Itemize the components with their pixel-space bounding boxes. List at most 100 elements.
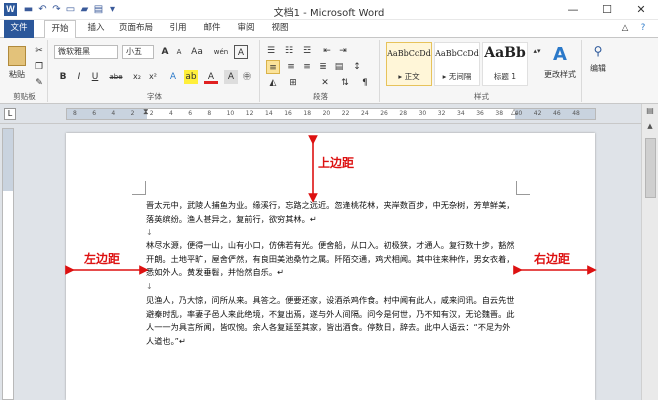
- style-heading-1-sample: AaBb: [484, 45, 526, 61]
- ruler-number: 10: [226, 110, 235, 117]
- asian-layout-icon[interactable]: ✕: [318, 76, 332, 90]
- align-center-icon[interactable]: ≡: [284, 60, 298, 74]
- style-normal-label: ▸ 正文: [398, 72, 420, 81]
- change-case-button[interactable]: Aa: [188, 45, 206, 59]
- subscript-button[interactable]: x₂: [130, 70, 144, 84]
- tab-review[interactable]: 审阅: [232, 20, 260, 38]
- ruler-number: 20: [322, 110, 331, 117]
- tab-insert[interactable]: 插入: [82, 20, 110, 38]
- ruler-number: 26: [380, 110, 388, 117]
- styles-scroll-icon[interactable]: ▴▾: [530, 44, 544, 58]
- style-heading-1[interactable]: AaBb 标题 1: [482, 42, 528, 86]
- text-effects-icon[interactable]: A: [166, 70, 180, 84]
- shading-icon[interactable]: ◭: [266, 76, 280, 90]
- ruler-number: 32: [437, 110, 446, 117]
- enclose-characters-icon[interactable]: ㊥: [240, 70, 254, 84]
- change-styles-button[interactable]: 更改样式: [540, 68, 580, 82]
- line-spacing-icon[interactable]: ↕: [350, 60, 364, 74]
- scroll-up-icon[interactable]: ▲: [644, 122, 656, 134]
- document-page[interactable]: 晋太元中，武陵人捕鱼为业。缘溪行，忘路之远近。忽逢桃花林，夹岸数百步，中无杂树，…: [66, 133, 595, 400]
- font-group-label: 字体: [147, 92, 162, 101]
- format-painter-icon[interactable]: ✎: [32, 76, 46, 90]
- left-margin-shade: [67, 109, 147, 119]
- bold-button[interactable]: B: [56, 70, 70, 84]
- left-indent-marker[interactable]: ⧗: [143, 107, 149, 117]
- distributed-icon[interactable]: ▤: [332, 60, 346, 74]
- borders-icon[interactable]: ⊞: [286, 76, 300, 90]
- ruler-number: 28: [399, 110, 408, 117]
- tab-mailings[interactable]: 邮件: [198, 20, 226, 38]
- binoculars-icon[interactable]: ⚲: [590, 44, 606, 60]
- title-bar: W ▬ ↶ ↷ ▭ ▰ ▤ ▾ 文档1 - Microsoft Word — ☐…: [0, 0, 658, 20]
- editing-button[interactable]: 编辑: [584, 62, 612, 76]
- numbering-icon[interactable]: ☷: [282, 44, 296, 58]
- phonetic-guide-button[interactable]: wén: [212, 45, 230, 59]
- bullets-icon[interactable]: ☰: [264, 44, 278, 58]
- ruler-number: 48: [572, 110, 580, 117]
- ruler-area: L 8 6 4 2 2 4 6 8 10 12 14 16 18 20 22 24 26 28 30 32 34 36 38…: [0, 104, 658, 124]
- superscript-button[interactable]: x²: [146, 70, 160, 84]
- horizontal-ruler[interactable]: 8 6 4 2 2 4 6 8 10 12 14 16 18 20 22 24 26 28 30 32 34 36 38 40…: [66, 107, 596, 120]
- style-no-spacing-label: ▸ 无间隔: [442, 72, 472, 81]
- font-name-select[interactable]: 微软雅黑: [54, 45, 118, 59]
- grow-font-button[interactable]: A: [158, 45, 172, 59]
- increase-indent-icon[interactable]: ⇥: [336, 44, 350, 58]
- change-styles-icon[interactable]: A: [546, 44, 574, 66]
- minimize-button[interactable]: —: [556, 0, 590, 20]
- strikethrough-button[interactable]: abe: [106, 70, 126, 84]
- underline-button[interactable]: U: [88, 70, 102, 84]
- help-icon[interactable]: ?: [636, 20, 650, 38]
- tab-page-layout[interactable]: 页面布局: [114, 20, 158, 38]
- ruler-number: 4: [111, 110, 116, 117]
- cut-icon[interactable]: ✂: [32, 44, 46, 58]
- character-shading-icon[interactable]: A: [224, 70, 238, 84]
- right-indent-marker[interactable]: △: [511, 107, 517, 116]
- italic-button[interactable]: I: [72, 70, 86, 84]
- ruler-number: 6: [188, 110, 193, 117]
- multilevel-list-icon[interactable]: ☲: [300, 44, 314, 58]
- shrink-font-button[interactable]: A: [172, 45, 186, 59]
- paste-button[interactable]: 粘贴: [4, 68, 30, 82]
- paste-icon[interactable]: [8, 46, 26, 66]
- tab-file[interactable]: 文件: [4, 20, 34, 38]
- align-left-icon[interactable]: ≡: [266, 60, 280, 74]
- tab-references[interactable]: 引用: [164, 20, 192, 38]
- top-right-margin-corner: [516, 181, 530, 195]
- ruler-number: 42: [533, 110, 542, 117]
- ruler-number: 38: [495, 110, 504, 117]
- align-right-icon[interactable]: ≡: [300, 60, 314, 74]
- clipboard-group: 粘贴 ✂ ❐ ✎ 剪贴板: [2, 40, 48, 102]
- vertical-scrollbar[interactable]: ▤ ▲: [641, 104, 658, 400]
- paragraph-3[interactable]: 见渔人，乃大惊，问所从来。具答之。便要还家，设酒杀鸡作食。村中闻有此人，咸来问讯…: [146, 294, 516, 348]
- scroll-thumb[interactable]: [645, 138, 656, 198]
- tab-view[interactable]: 视图: [266, 20, 294, 38]
- ruler-number: 36: [476, 110, 484, 117]
- vertical-ruler[interactable]: [2, 128, 14, 400]
- tab-home[interactable]: 开始: [44, 20, 76, 39]
- top-margin-shade: [3, 129, 13, 191]
- font-size-select[interactable]: 小五: [122, 45, 154, 59]
- maximize-button[interactable]: ☐: [590, 0, 624, 20]
- show-marks-icon[interactable]: ¶: [358, 76, 372, 90]
- sort-icon[interactable]: ⇅: [338, 76, 352, 90]
- ruler-number: 22: [341, 110, 350, 117]
- paragraph-group-label: 段落: [313, 92, 328, 101]
- decrease-indent-icon[interactable]: ⇤: [320, 44, 334, 58]
- ruler-number: 8: [207, 110, 212, 117]
- paragraph-2[interactable]: 林尽水源，便得一山，山有小口，仿佛若有光。便舍船，从口入。初极狭，才通人。复行数…: [146, 239, 516, 280]
- clipboard-group-label: 剪贴板: [13, 92, 36, 101]
- copy-icon[interactable]: ❐: [32, 60, 46, 74]
- ruler-toggle-icon[interactable]: ▤: [644, 106, 656, 118]
- close-button[interactable]: ✕: [624, 0, 658, 20]
- style-normal[interactable]: AaBbCcDd ▸ 正文: [386, 42, 432, 86]
- ruler-number: 18: [303, 110, 312, 117]
- paragraph-1[interactable]: 晋太元中，武陵人捕鱼为业。缘溪行，忘路之远近。忽逢桃花林，夹岸数百步，中无杂树，…: [146, 199, 516, 226]
- ruler-number: 24: [361, 110, 369, 117]
- font-color-icon[interactable]: A: [204, 70, 218, 84]
- style-no-spacing[interactable]: AaBbCcDd ▸ 无间隔: [434, 42, 480, 86]
- ribbon-collapse-icon[interactable]: △: [618, 20, 632, 38]
- justify-icon[interactable]: ≣: [316, 60, 330, 74]
- character-border-button[interactable]: A: [234, 45, 248, 59]
- highlight-color-icon[interactable]: ab: [184, 70, 198, 84]
- tab-selector-icon[interactable]: L: [4, 108, 16, 120]
